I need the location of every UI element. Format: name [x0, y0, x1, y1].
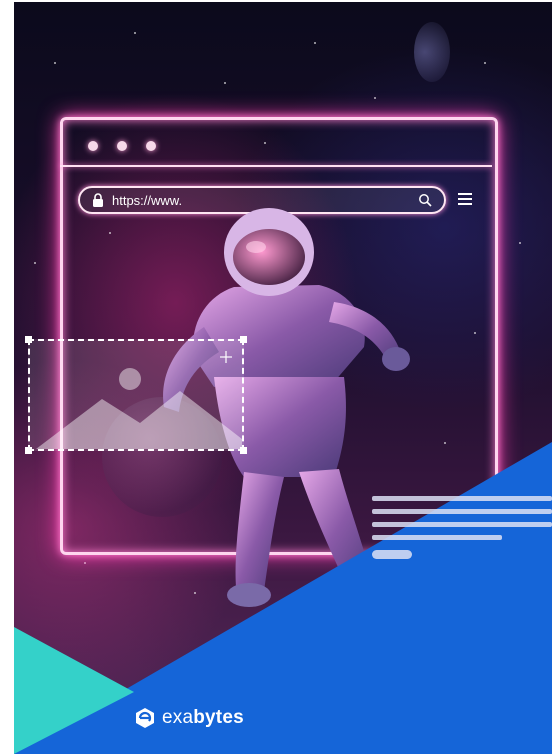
brand-background-shape [14, 442, 552, 754]
text-line [372, 535, 502, 540]
text-line [372, 496, 552, 501]
text-line [372, 550, 412, 559]
exabytes-logo: exabytes [134, 707, 244, 729]
text-line [372, 522, 552, 527]
logo-text-bold: bytes [193, 707, 244, 728]
text-line [372, 509, 552, 514]
logo-text-regular: exa [162, 707, 194, 728]
poster: https://www. exabytes [14, 2, 552, 754]
exabytes-logo-icon [136, 708, 154, 728]
logo-text: exabytes [162, 707, 244, 729]
